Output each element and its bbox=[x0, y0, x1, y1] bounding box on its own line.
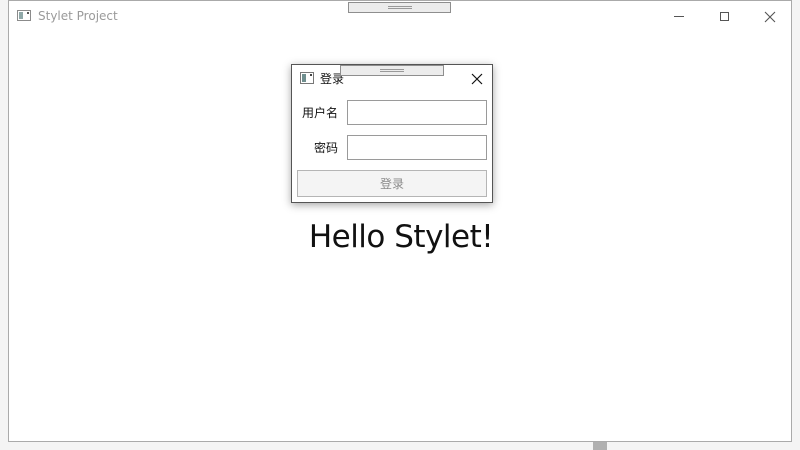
grip-line bbox=[380, 69, 404, 70]
login-button[interactable]: 登录 bbox=[297, 170, 487, 197]
dialog-drag-handle[interactable] bbox=[340, 65, 444, 76]
grip-line bbox=[387, 8, 412, 9]
password-label: 密码 bbox=[313, 141, 338, 155]
bottom-drag-handle[interactable] bbox=[593, 442, 607, 450]
hello-text: Hello Stylet! bbox=[308, 219, 494, 255]
username-label: 用户名 bbox=[301, 106, 338, 120]
username-input[interactable] bbox=[347, 100, 487, 125]
minimize-icon bbox=[674, 16, 684, 17]
close-icon bbox=[471, 73, 483, 85]
window-drag-handle[interactable] bbox=[348, 2, 451, 13]
maximize-button[interactable] bbox=[701, 1, 747, 32]
grip-line bbox=[380, 71, 404, 72]
app-icon bbox=[17, 10, 31, 21]
close-button[interactable] bbox=[747, 1, 793, 32]
grip-line bbox=[387, 6, 412, 7]
password-input[interactable] bbox=[347, 135, 487, 160]
close-icon bbox=[764, 11, 776, 22]
dialog-close-button[interactable] bbox=[467, 70, 487, 88]
minimize-button[interactable] bbox=[656, 1, 702, 32]
maximize-icon bbox=[719, 12, 729, 21]
window-title: Stylet Project bbox=[38, 9, 118, 23]
dialog-app-icon bbox=[300, 72, 314, 84]
login-dialog: 登录 用户名 密码 登录 bbox=[291, 64, 493, 203]
